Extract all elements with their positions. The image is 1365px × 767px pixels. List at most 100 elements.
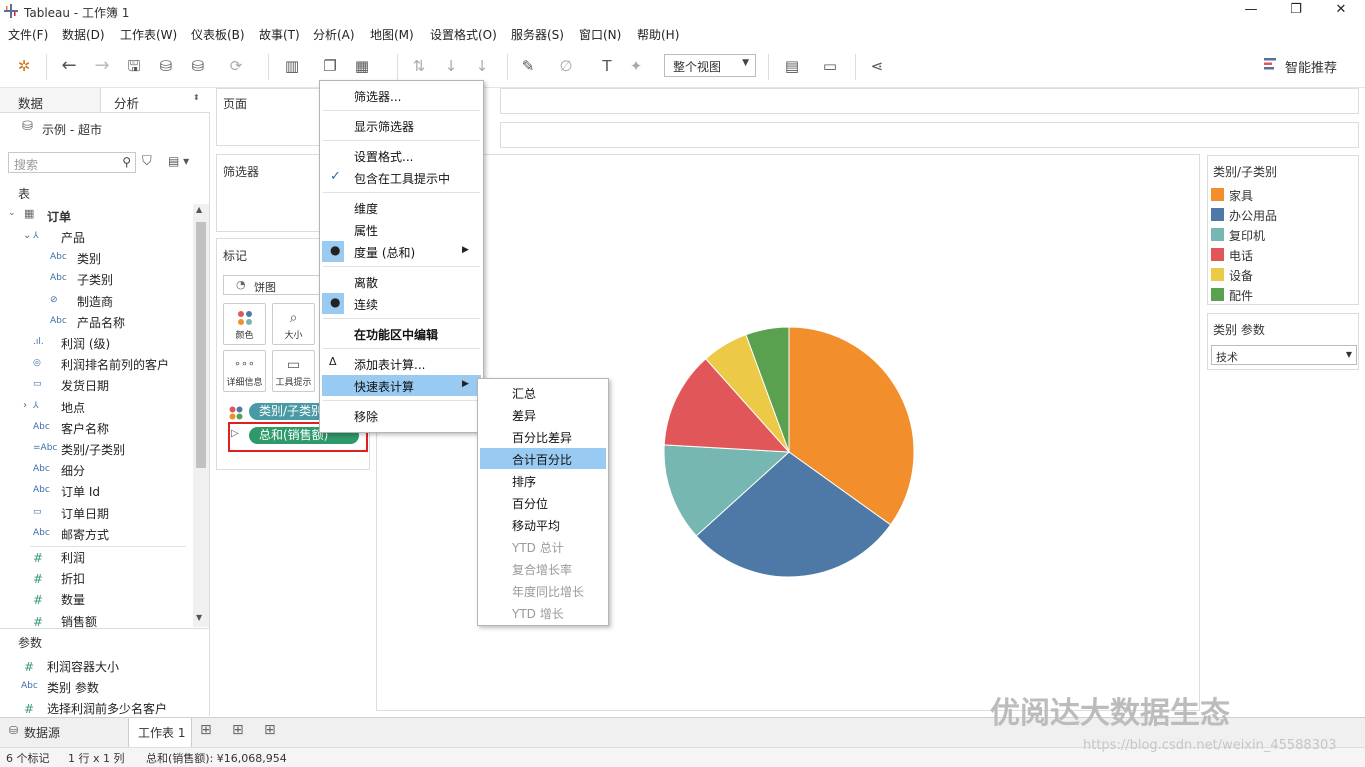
size-button[interactable]: ⌕ 大小 bbox=[272, 303, 315, 345]
param-item[interactable]: 选择利润前多少名客户 bbox=[47, 700, 167, 717]
menu-file[interactable]: 文件(F) bbox=[8, 26, 48, 43]
menu-item[interactable]: 移除 bbox=[322, 405, 481, 426]
pause-update-icon[interactable]: ⛁ bbox=[188, 56, 208, 76]
save-icon[interactable]: 🖫 bbox=[124, 56, 144, 76]
field-item[interactable]: 制造商 bbox=[77, 293, 113, 310]
pages-shelf[interactable]: 页面 bbox=[216, 88, 320, 146]
legend-item[interactable]: 复印机 bbox=[1229, 227, 1265, 244]
menu-window[interactable]: 窗口(N) bbox=[579, 26, 621, 43]
refresh-icon[interactable]: ⟳ bbox=[226, 56, 246, 76]
scroll-up-icon[interactable]: ▲ bbox=[196, 205, 202, 214]
menu-item[interactable]: 离散 bbox=[322, 271, 481, 292]
field-item[interactable]: 类别/子类别 bbox=[61, 441, 125, 458]
field-item[interactable]: 子类别 bbox=[77, 271, 113, 288]
menu-story[interactable]: 故事(T) bbox=[259, 26, 300, 43]
show-me-button[interactable]: 智能推荐 bbox=[1285, 57, 1337, 76]
new-worksheet-icon[interactable]: ⊞ bbox=[200, 722, 212, 738]
scrollbar-thumb[interactable] bbox=[196, 222, 206, 468]
menu-item[interactable]: 显示筛选器 bbox=[322, 115, 481, 136]
field-item[interactable]: 客户名称 bbox=[61, 420, 109, 437]
field-item[interactable]: 数量 bbox=[61, 591, 85, 608]
sort-arrows-icon[interactable]: ⬍ bbox=[193, 93, 200, 102]
presentation-icon[interactable]: ▭ bbox=[820, 56, 840, 76]
menu-item[interactable]: Δ 添加表计算... bbox=[322, 353, 481, 374]
menu-server[interactable]: 服务器(S) bbox=[511, 26, 564, 43]
scroll-down-icon[interactable]: ▼ bbox=[196, 613, 202, 622]
field-item[interactable]: 利润排名前列的客户 bbox=[61, 356, 169, 373]
field-item[interactable]: 类别 bbox=[77, 250, 101, 267]
table-name[interactable]: 订单 bbox=[47, 208, 71, 225]
show-cards-icon[interactable]: ▤ bbox=[782, 56, 802, 76]
new-story-icon[interactable]: ⊞ bbox=[264, 722, 276, 738]
submenu-item[interactable]: 百分位 bbox=[480, 492, 606, 513]
menu-item[interactable]: 维度 bbox=[322, 197, 481, 218]
swap-icon[interactable]: ⇅ bbox=[409, 56, 429, 76]
tab-data[interactable] bbox=[0, 88, 100, 113]
duplicate-icon[interactable]: ❐ bbox=[320, 56, 340, 76]
search-input[interactable]: 搜索 ⚲ bbox=[8, 152, 136, 173]
field-item[interactable]: 细分 bbox=[61, 462, 85, 479]
chevron-down-icon[interactable]: ⌄ bbox=[8, 208, 16, 218]
detail-button[interactable]: ∘∘∘ 详细信息 bbox=[223, 350, 266, 392]
labels-icon[interactable]: T bbox=[597, 56, 617, 76]
legend-item[interactable]: 配件 bbox=[1229, 287, 1253, 304]
legend-item[interactable]: 办公用品 bbox=[1229, 207, 1277, 224]
field-item[interactable]: 产品 bbox=[61, 229, 85, 246]
submenu-item[interactable]: 合计百分比 bbox=[480, 448, 606, 469]
filters-shelf[interactable]: 筛选器 bbox=[216, 154, 320, 232]
close-button[interactable]: ✕ bbox=[1321, 2, 1361, 20]
field-item[interactable]: 利润 (级) bbox=[61, 335, 110, 352]
param-select[interactable]: 技术 ▼ bbox=[1211, 345, 1357, 365]
menu-item[interactable]: 筛选器... bbox=[322, 85, 481, 106]
menu-dashboard[interactable]: 仪表板(B) bbox=[191, 26, 245, 43]
chevron-down-icon[interactable]: ⌄ bbox=[23, 230, 31, 241]
new-dashboard-icon[interactable]: ⊞ bbox=[232, 722, 244, 738]
chevron-right-icon[interactable]: › bbox=[23, 400, 27, 411]
menu-help[interactable]: 帮助(H) bbox=[637, 26, 679, 43]
field-item[interactable]: 发货日期 bbox=[61, 377, 109, 394]
tab-datasource[interactable]: 数据源 bbox=[24, 724, 60, 741]
view-options-icon[interactable]: ▤ ▾ bbox=[168, 154, 189, 168]
legend-item[interactable]: 电话 bbox=[1229, 247, 1253, 264]
menu-item[interactable]: 在功能区中编辑 bbox=[322, 323, 481, 344]
field-item[interactable]: 订单日期 bbox=[61, 505, 109, 522]
submenu-item[interactable]: 排序 bbox=[480, 470, 606, 491]
menu-worksheet[interactable]: 工作表(W) bbox=[120, 26, 177, 43]
param-item[interactable]: 类别 参数 bbox=[47, 679, 99, 696]
sort-desc-icon[interactable]: ↓ bbox=[472, 56, 492, 76]
sort-asc-icon[interactable]: ↓ bbox=[441, 56, 461, 76]
rows-shelf[interactable] bbox=[500, 122, 1359, 148]
field-item[interactable]: 邮寄方式 bbox=[61, 526, 109, 543]
menu-item[interactable]: ● 度量 (总和) ▶ bbox=[322, 241, 481, 262]
undo-icon[interactable]: ← bbox=[59, 56, 79, 76]
field-item[interactable]: 利润 bbox=[61, 549, 85, 566]
new-datasource-icon[interactable]: ⛁ bbox=[156, 56, 176, 76]
pin-icon[interactable]: ✦ bbox=[626, 56, 646, 76]
highlight-icon[interactable]: ✎ bbox=[518, 56, 538, 76]
param-item[interactable]: 利润容器大小 bbox=[47, 658, 119, 675]
field-item[interactable]: 产品名称 bbox=[77, 314, 125, 331]
view-mode-select[interactable]: 整个视图 ▼ bbox=[664, 54, 756, 77]
menu-map[interactable]: 地图(M) bbox=[370, 26, 414, 43]
submenu-item[interactable]: 汇总 bbox=[480, 382, 606, 403]
tooltip-button[interactable]: ▭ 工具提示 bbox=[272, 350, 315, 392]
columns-shelf[interactable] bbox=[500, 88, 1359, 114]
field-item[interactable]: 折扣 bbox=[61, 570, 85, 587]
attach-icon[interactable]: ∅ bbox=[556, 56, 576, 76]
maximize-button[interactable]: ❐ bbox=[1276, 2, 1316, 20]
menu-item[interactable]: 快速表计算 ▶ bbox=[322, 375, 481, 396]
new-worksheet-icon[interactable]: ▥ bbox=[282, 56, 302, 76]
legend-item[interactable]: 设备 bbox=[1229, 267, 1253, 284]
minimize-button[interactable]: — bbox=[1231, 2, 1271, 20]
field-item[interactable]: 订单 Id bbox=[61, 483, 100, 500]
color-button[interactable]: 颜色 bbox=[223, 303, 266, 345]
menu-item[interactable]: ✓ 包含在工具提示中 bbox=[322, 167, 481, 188]
clear-sheet-icon[interactable]: ▦ bbox=[352, 56, 372, 76]
menu-format[interactable]: 设置格式(O) bbox=[430, 26, 497, 43]
redo-icon[interactable]: → bbox=[92, 56, 112, 76]
submenu-item[interactable]: 移动平均 bbox=[480, 514, 606, 535]
submenu-item[interactable]: 差异 bbox=[480, 404, 606, 425]
menu-item[interactable]: 设置格式... bbox=[322, 145, 481, 166]
tab-sheet1[interactable]: 工作表 1 bbox=[128, 718, 192, 747]
legend-item[interactable]: 家具 bbox=[1229, 187, 1253, 204]
